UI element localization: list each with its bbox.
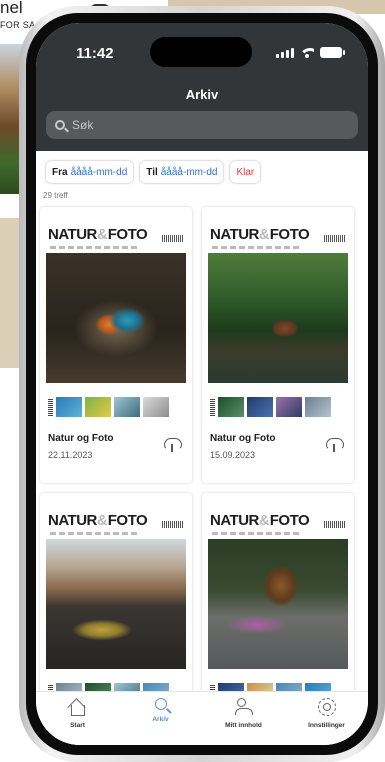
from-date-filter[interactable]: Fra åååå-mm-dd <box>46 161 134 183</box>
cover-thumbnails <box>46 389 186 417</box>
search-bar[interactable] <box>46 111 358 139</box>
result-count: 29 treff <box>43 191 68 200</box>
magazine-cover: NATUR & FOTO <box>46 499 186 709</box>
masthead-text-end: FOTO <box>107 226 148 243</box>
issue-date: 15.09.2023 <box>210 450 256 460</box>
app-header: 11:42 Arkiv <box>36 23 368 151</box>
issue-grid: NATUR & FOTO Natur og Foto 22.11.2023 NA… <box>40 207 354 745</box>
cover-photo-landscape <box>46 539 186 669</box>
tab-label: Innstillinger <box>308 722 345 729</box>
bottom-tab-bar: Start Arkiv Mitt innhold Innstillinger <box>36 691 368 745</box>
masthead-text-end: FOTO <box>269 226 310 243</box>
magazine-cover: NATUR & FOTO <box>46 213 186 423</box>
home-icon <box>70 705 85 716</box>
background-heading-fragment: nel <box>0 0 23 17</box>
to-date-value: åååå-mm-dd <box>160 166 218 178</box>
tab-start[interactable]: Start <box>43 698 113 745</box>
masthead-text-end: FOTO <box>107 512 148 529</box>
tab-mitt-innhold[interactable]: Mitt innhold <box>209 698 279 745</box>
phone-frame: 11:42 Arkiv Fra åååå-mm- <box>19 6 385 762</box>
cover-photo-beaver <box>208 253 348 383</box>
masthead-text-end: FOTO <box>269 512 310 529</box>
gear-icon <box>317 698 336 716</box>
tab-label: Arkiv <box>152 716 169 723</box>
cover-photo-kingfisher <box>46 253 186 383</box>
date-filter-row: Fra åååå-mm-dd Til åååå-mm-dd Klar <box>46 161 261 183</box>
masthead-text: NATUR <box>210 512 259 529</box>
masthead-text: NATUR <box>210 226 259 243</box>
page-title: Arkiv <box>185 87 219 102</box>
phone-bezel: 11:42 Arkiv Fra åååå-mm- <box>26 13 378 755</box>
signal-icon <box>276 47 294 58</box>
masthead-ampersand: & <box>96 512 108 529</box>
search-icon <box>55 120 65 130</box>
masthead: NATUR & FOTO <box>208 213 348 249</box>
search-input[interactable] <box>72 118 292 132</box>
masthead-text: NATUR <box>48 226 97 243</box>
issue-meta: Natur og Foto 22.11.2023 <box>46 423 186 460</box>
phone-screen: 11:42 Arkiv Fra åååå-mm- <box>36 23 368 745</box>
masthead-ampersand: & <box>258 226 270 243</box>
masthead: NATUR & FOTO <box>46 499 186 535</box>
to-date-label: Til <box>146 166 158 178</box>
wifi-icon <box>300 47 314 58</box>
cover-photo-owl <box>208 539 348 669</box>
clear-filter-button[interactable]: Klar <box>230 161 261 183</box>
from-date-label: Fra <box>52 166 68 178</box>
person-icon <box>234 698 253 716</box>
masthead: NATUR & FOTO <box>208 499 348 535</box>
dynamic-island <box>150 37 252 67</box>
from-date-value: åååå-mm-dd <box>70 166 128 178</box>
tab-innstillinger[interactable]: Innstillinger <box>292 698 362 745</box>
masthead-text: NATUR <box>48 512 97 529</box>
cloud-download-icon[interactable] <box>326 438 344 452</box>
masthead: NATUR & FOTO <box>46 213 186 249</box>
magazine-cover: NATUR & FOTO <box>208 499 348 709</box>
tab-label: Mitt innhold <box>225 722 262 729</box>
search-icon <box>154 698 167 710</box>
cover-thumbnails <box>208 389 348 417</box>
battery-icon <box>320 47 345 58</box>
to-date-filter[interactable]: Til åååå-mm-dd <box>140 161 224 183</box>
status-icons <box>276 47 345 58</box>
masthead-ampersand: & <box>258 512 270 529</box>
cloud-download-icon[interactable] <box>164 438 182 452</box>
tab-label: Start <box>70 722 85 729</box>
masthead-ampersand: & <box>96 226 108 243</box>
tab-arkiv[interactable]: Arkiv <box>126 698 196 745</box>
issue-card[interactable]: NATUR & FOTO Natur og Foto 15.09.2023 <box>202 207 354 483</box>
status-time: 11:42 <box>76 45 114 62</box>
issue-meta: Natur og Foto 15.09.2023 <box>208 423 348 460</box>
issue-date: 22.11.2023 <box>48 450 93 460</box>
issue-card[interactable]: NATUR & FOTO Natur og Foto 22.11.2023 <box>40 207 192 483</box>
magazine-cover: NATUR & FOTO <box>208 213 348 423</box>
